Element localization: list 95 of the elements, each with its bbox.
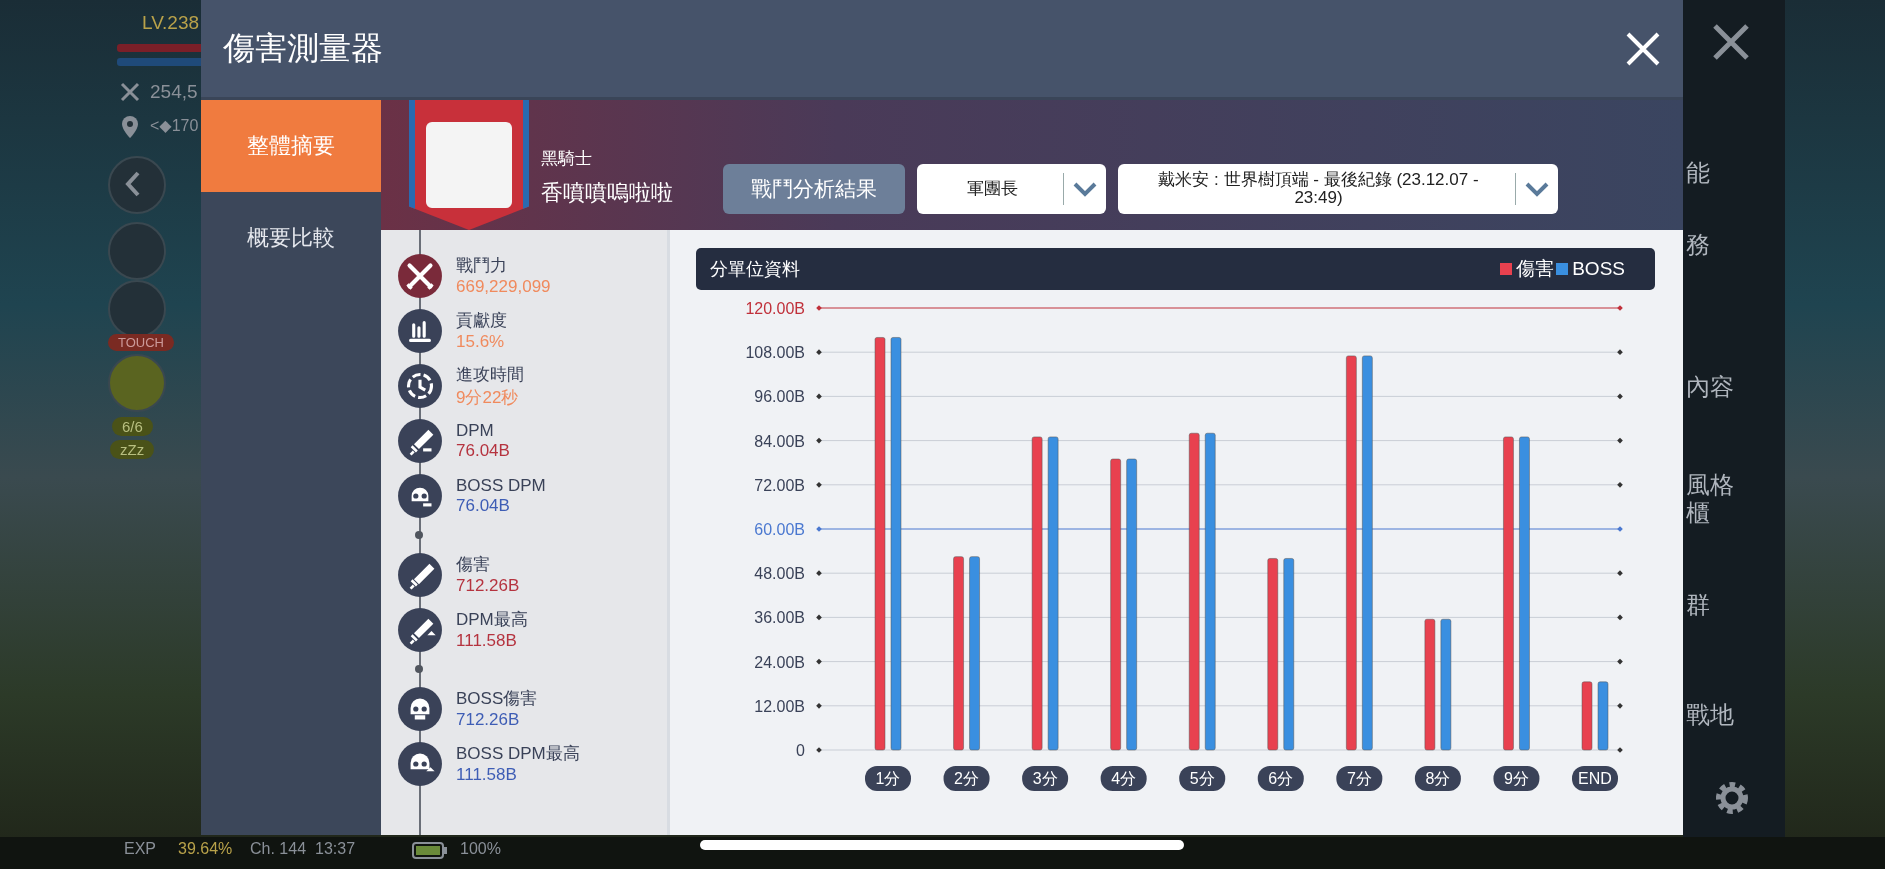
- category-label: 2分: [943, 766, 990, 791]
- skull-icon: [397, 740, 443, 787]
- menu-label[interactable]: 能: [1686, 160, 1710, 186]
- stat-label: BOSS DPM最高: [456, 743, 580, 765]
- x-tick-label: END: [1578, 770, 1612, 787]
- location-pin-icon: [120, 114, 140, 140]
- x-tick-label: 7分: [1346, 770, 1372, 787]
- x-tick-label: 4分: [1111, 770, 1137, 787]
- y-tick-label: 84.00B: [754, 432, 805, 450]
- y-tick-label: 24.00B: [754, 653, 805, 671]
- stat-label: 傷害: [456, 554, 491, 576]
- sword-icon: [397, 606, 443, 653]
- stat-label: DPM最高: [456, 609, 528, 631]
- y-tick-label: 60.00B: [754, 521, 805, 538]
- count-badge: 6/6: [112, 417, 153, 436]
- menu-label[interactable]: 戰地: [1686, 702, 1734, 728]
- dropdown[interactable]: 戴米安 : 世界樹頂端 - 最後紀錄 (23.12.07 - 23:49): [1118, 164, 1558, 214]
- skull-icon: [397, 685, 443, 732]
- stat-label: BOSS傷害: [456, 688, 538, 710]
- category-label: 8分: [1414, 766, 1461, 791]
- clock-icon: [397, 362, 443, 409]
- stat-value: 712.26B: [456, 576, 520, 596]
- touch-badge: TOUCH: [108, 334, 174, 351]
- channel-text: Ch. 144: [250, 840, 307, 858]
- stat-value: 76.04B: [456, 495, 511, 516]
- stat-value: 111.58B: [456, 765, 518, 785]
- dropdown[interactable]: 軍團長: [917, 164, 1106, 214]
- category-label: END: [1572, 766, 1618, 791]
- crossed-swords-icon: [397, 252, 443, 299]
- analysis-button[interactable]: 戰鬥分析結果: [723, 164, 905, 214]
- character-name: 香噴噴嗚啦啦: [541, 178, 674, 207]
- chart-title: 分單位資料: [710, 258, 800, 281]
- stat-label: BOSS DPM: [456, 475, 546, 496]
- timeline-dot: [415, 531, 423, 539]
- x-tick-label: 9分: [1503, 770, 1529, 787]
- battery-percent: 100%: [460, 840, 501, 858]
- stat-label: 戰鬥力: [456, 255, 508, 277]
- y-tick-label: 96.00B: [754, 388, 805, 406]
- exp-percent: 39.64%: [178, 840, 233, 858]
- stat-value: 9分22秒: [456, 386, 520, 409]
- location-text: <◆170: [150, 116, 199, 135]
- category-label: 1分: [865, 766, 911, 791]
- stat-label: DPM: [456, 420, 495, 441]
- chevron-left-icon: [125, 171, 141, 197]
- menu-label[interactable]: 風格: [1686, 472, 1734, 498]
- timeline-dot: [415, 665, 423, 673]
- category-label: 6分: [1257, 766, 1304, 791]
- y-tick-label: 0: [796, 742, 805, 759]
- x-tick-label: 2分: [954, 770, 980, 787]
- level-text: LV.238: [142, 12, 200, 34]
- legend-label: 傷害: [1516, 257, 1555, 281]
- stat-value: 712.26B: [456, 710, 521, 730]
- stat-label: 進攻時間: [456, 363, 524, 386]
- skull-icon: [397, 472, 443, 519]
- menu-label[interactable]: 櫃: [1686, 500, 1710, 526]
- y-tick-label: 12.00B: [754, 697, 805, 715]
- bar: [1597, 681, 1609, 751]
- y-tick-label: 120.00B: [745, 300, 805, 317]
- stat-value: 111.58B: [456, 631, 518, 651]
- window-title: 傷害測量器: [223, 28, 383, 68]
- stat-value: 76.04B: [456, 440, 510, 461]
- y-tick-label: 108.00B: [745, 344, 805, 362]
- category-label: 5分: [1179, 766, 1226, 791]
- sword-icon: [397, 417, 443, 464]
- x-tick-label: 8分: [1425, 770, 1451, 787]
- stat-value: 669,229,099: [456, 277, 551, 297]
- bar-chart-icon: [397, 307, 443, 354]
- stat-value: 15.6%: [456, 332, 506, 352]
- nav-tab[interactable]: 概要比較: [201, 192, 381, 284]
- sleep-badge: zZz: [110, 440, 155, 459]
- battery-icon: [412, 842, 448, 860]
- category-label: 9分: [1493, 766, 1540, 791]
- clock-text: 13:37: [315, 840, 356, 858]
- menu-label[interactable]: 內容: [1686, 374, 1734, 400]
- category-label: 3分: [1022, 766, 1069, 791]
- crossed-swords-icon: [118, 80, 142, 104]
- x-tick-label: 3分: [1032, 770, 1058, 787]
- menu-label[interactable]: 務: [1686, 232, 1710, 258]
- class-name: 黑騎士: [541, 147, 593, 170]
- legend-label: BOSS: [1572, 258, 1625, 280]
- exp-label: EXP: [124, 840, 156, 858]
- stat-label: 貢獻度: [456, 310, 507, 332]
- x-tick-label: 5分: [1189, 770, 1215, 787]
- category-label: 4分: [1100, 766, 1147, 791]
- bar: [1581, 681, 1593, 751]
- menu-label[interactable]: 群: [1686, 592, 1710, 618]
- close-icon[interactable]: [1711, 22, 1751, 62]
- y-tick-label: 48.00B: [754, 565, 805, 583]
- sword-icon: [397, 551, 443, 598]
- y-tick-label: 72.00B: [754, 476, 805, 494]
- x-tick-label: 6分: [1268, 770, 1294, 787]
- x-tick-label: 1分: [875, 770, 901, 787]
- y-tick-label: 36.00B: [754, 609, 805, 627]
- power-text: 254,5: [150, 81, 198, 103]
- category-label: 7分: [1336, 766, 1383, 791]
